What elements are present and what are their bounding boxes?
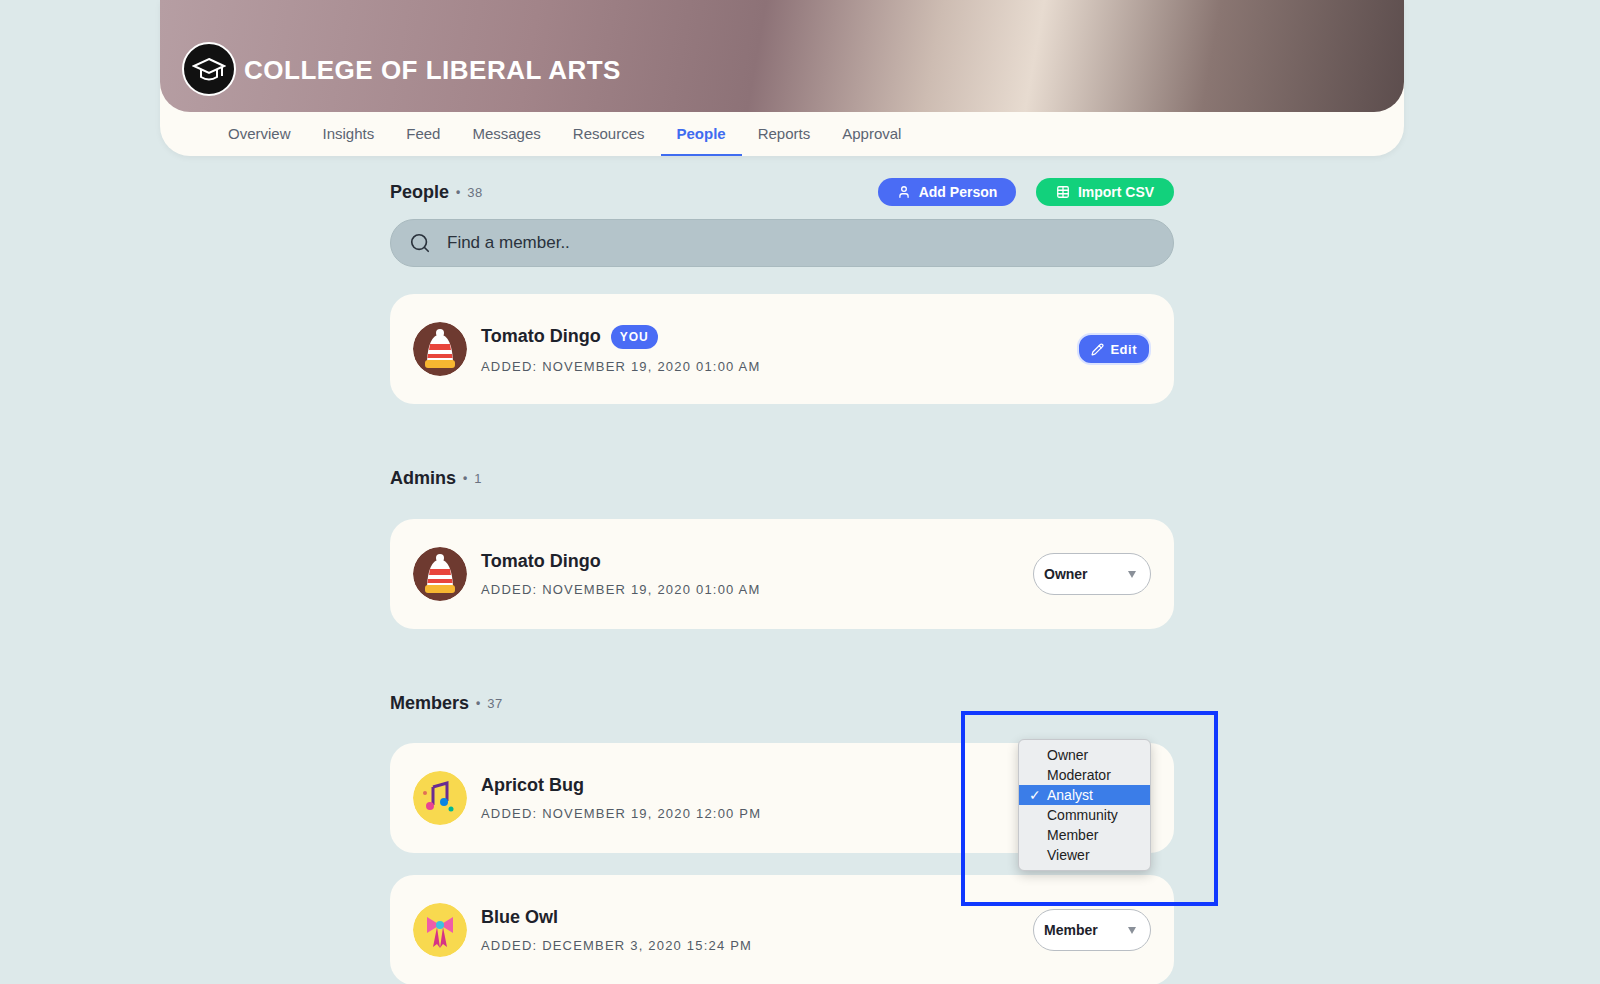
role-option[interactable]: Viewer <box>1019 845 1150 865</box>
dropdown-arrow-icon <box>1128 571 1136 578</box>
member-card: Tomato Dingo ADDED: NOVEMBER 19, 2020 01:… <box>390 519 1174 629</box>
role-select[interactable]: Owner <box>1033 553 1151 595</box>
page: COLLEGE OF LIBERAL ARTSOverviewInsightsF… <box>0 0 1600 984</box>
search-field[interactable]: Find a member.. <box>390 219 1174 267</box>
search-placeholder: Find a member.. <box>447 233 570 253</box>
college-title: COLLEGE OF LIBERAL ARTS <box>244 55 621 96</box>
section-title: Admins•1 <box>390 468 482 489</box>
section-count: 38 <box>467 185 482 200</box>
avatar <box>413 771 467 825</box>
nav-tab[interactable]: Approval <box>826 112 917 156</box>
search-icon <box>409 232 431 254</box>
member-name: Tomato Dingo <box>481 326 601 347</box>
nav-tab[interactable]: Feed <box>390 112 456 156</box>
graduation-cap-icon <box>192 52 226 86</box>
avatar <box>413 903 467 957</box>
nav-tab[interactable]: Messages <box>456 112 556 156</box>
user-icon <box>897 185 911 199</box>
you-badge: YOU <box>611 325 658 349</box>
role-select[interactable]: Member <box>1033 909 1151 951</box>
header: COLLEGE OF LIBERAL ARTS OverviewInsightsF… <box>160 0 1404 156</box>
nav-tab[interactable]: People <box>661 112 742 156</box>
section-title: People•38 <box>390 182 483 203</box>
nav-tabs: OverviewInsightsFeedMessagesResourcesPeo… <box>160 112 1404 156</box>
music-notes-avatar-icon <box>413 771 467 825</box>
beanie-avatar-icon <box>413 547 467 601</box>
member-card: Apricot BugADDED: NOVEMBER 19, 2020 12:0… <box>390 743 1174 853</box>
nav-tab[interactable]: Insights <box>307 112 391 156</box>
member-card: Blue Owl ADDED: DECEMBER 3, 2020 15:24 PM… <box>390 875 1174 984</box>
avatar <box>413 322 467 376</box>
beanie-avatar-icon <box>413 322 467 376</box>
table-icon <box>1056 185 1070 199</box>
added-date: ADDED: DECEMBER 3, 2020 15:24 PM <box>481 938 1019 953</box>
added-date: ADDED: NOVEMBER 19, 2020 01:00 AM <box>481 359 1063 374</box>
logo <box>182 42 236 96</box>
member-name: Tomato Dingo <box>481 551 1019 572</box>
role-option[interactable]: Community <box>1019 805 1150 825</box>
import-csv-button[interactable]: Import CSV <box>1036 178 1174 206</box>
member-name: Blue Owl <box>481 907 1019 928</box>
pencil-icon <box>1091 343 1104 356</box>
banner: COLLEGE OF LIBERAL ARTS <box>160 0 1404 112</box>
section-count: 37 <box>487 696 502 711</box>
edit-button[interactable]: Edit <box>1077 333 1151 365</box>
nav-tab[interactable]: Reports <box>742 112 827 156</box>
bow-avatar-icon <box>413 903 467 957</box>
role-option[interactable]: Member <box>1019 825 1150 845</box>
check-icon: ✓ <box>1029 787 1041 803</box>
dropdown-arrow-icon <box>1128 927 1136 934</box>
people-column: People•38 Add Person Import CSV Find a memb… <box>390 176 1174 984</box>
role-option[interactable]: ✓Analyst <box>1019 785 1150 805</box>
role-option[interactable]: Moderator <box>1019 765 1150 785</box>
added-date: ADDED: NOVEMBER 19, 2020 01:00 AM <box>481 582 1019 597</box>
section-count: 1 <box>474 471 482 486</box>
role-option[interactable]: Owner <box>1019 745 1150 765</box>
avatar <box>413 547 467 601</box>
role-menu[interactable]: OwnerModerator✓AnalystCommunityMemberVie… <box>1018 739 1151 871</box>
section-title: Members•37 <box>390 693 503 714</box>
my-card: Tomato Dingo YOU ADDED: NOVEMBER 19, 2020 … <box>390 294 1174 404</box>
nav-tab[interactable]: Resources <box>557 112 661 156</box>
nav-tab[interactable]: Overview <box>212 112 307 156</box>
add-person-button[interactable]: Add Person <box>878 178 1016 206</box>
